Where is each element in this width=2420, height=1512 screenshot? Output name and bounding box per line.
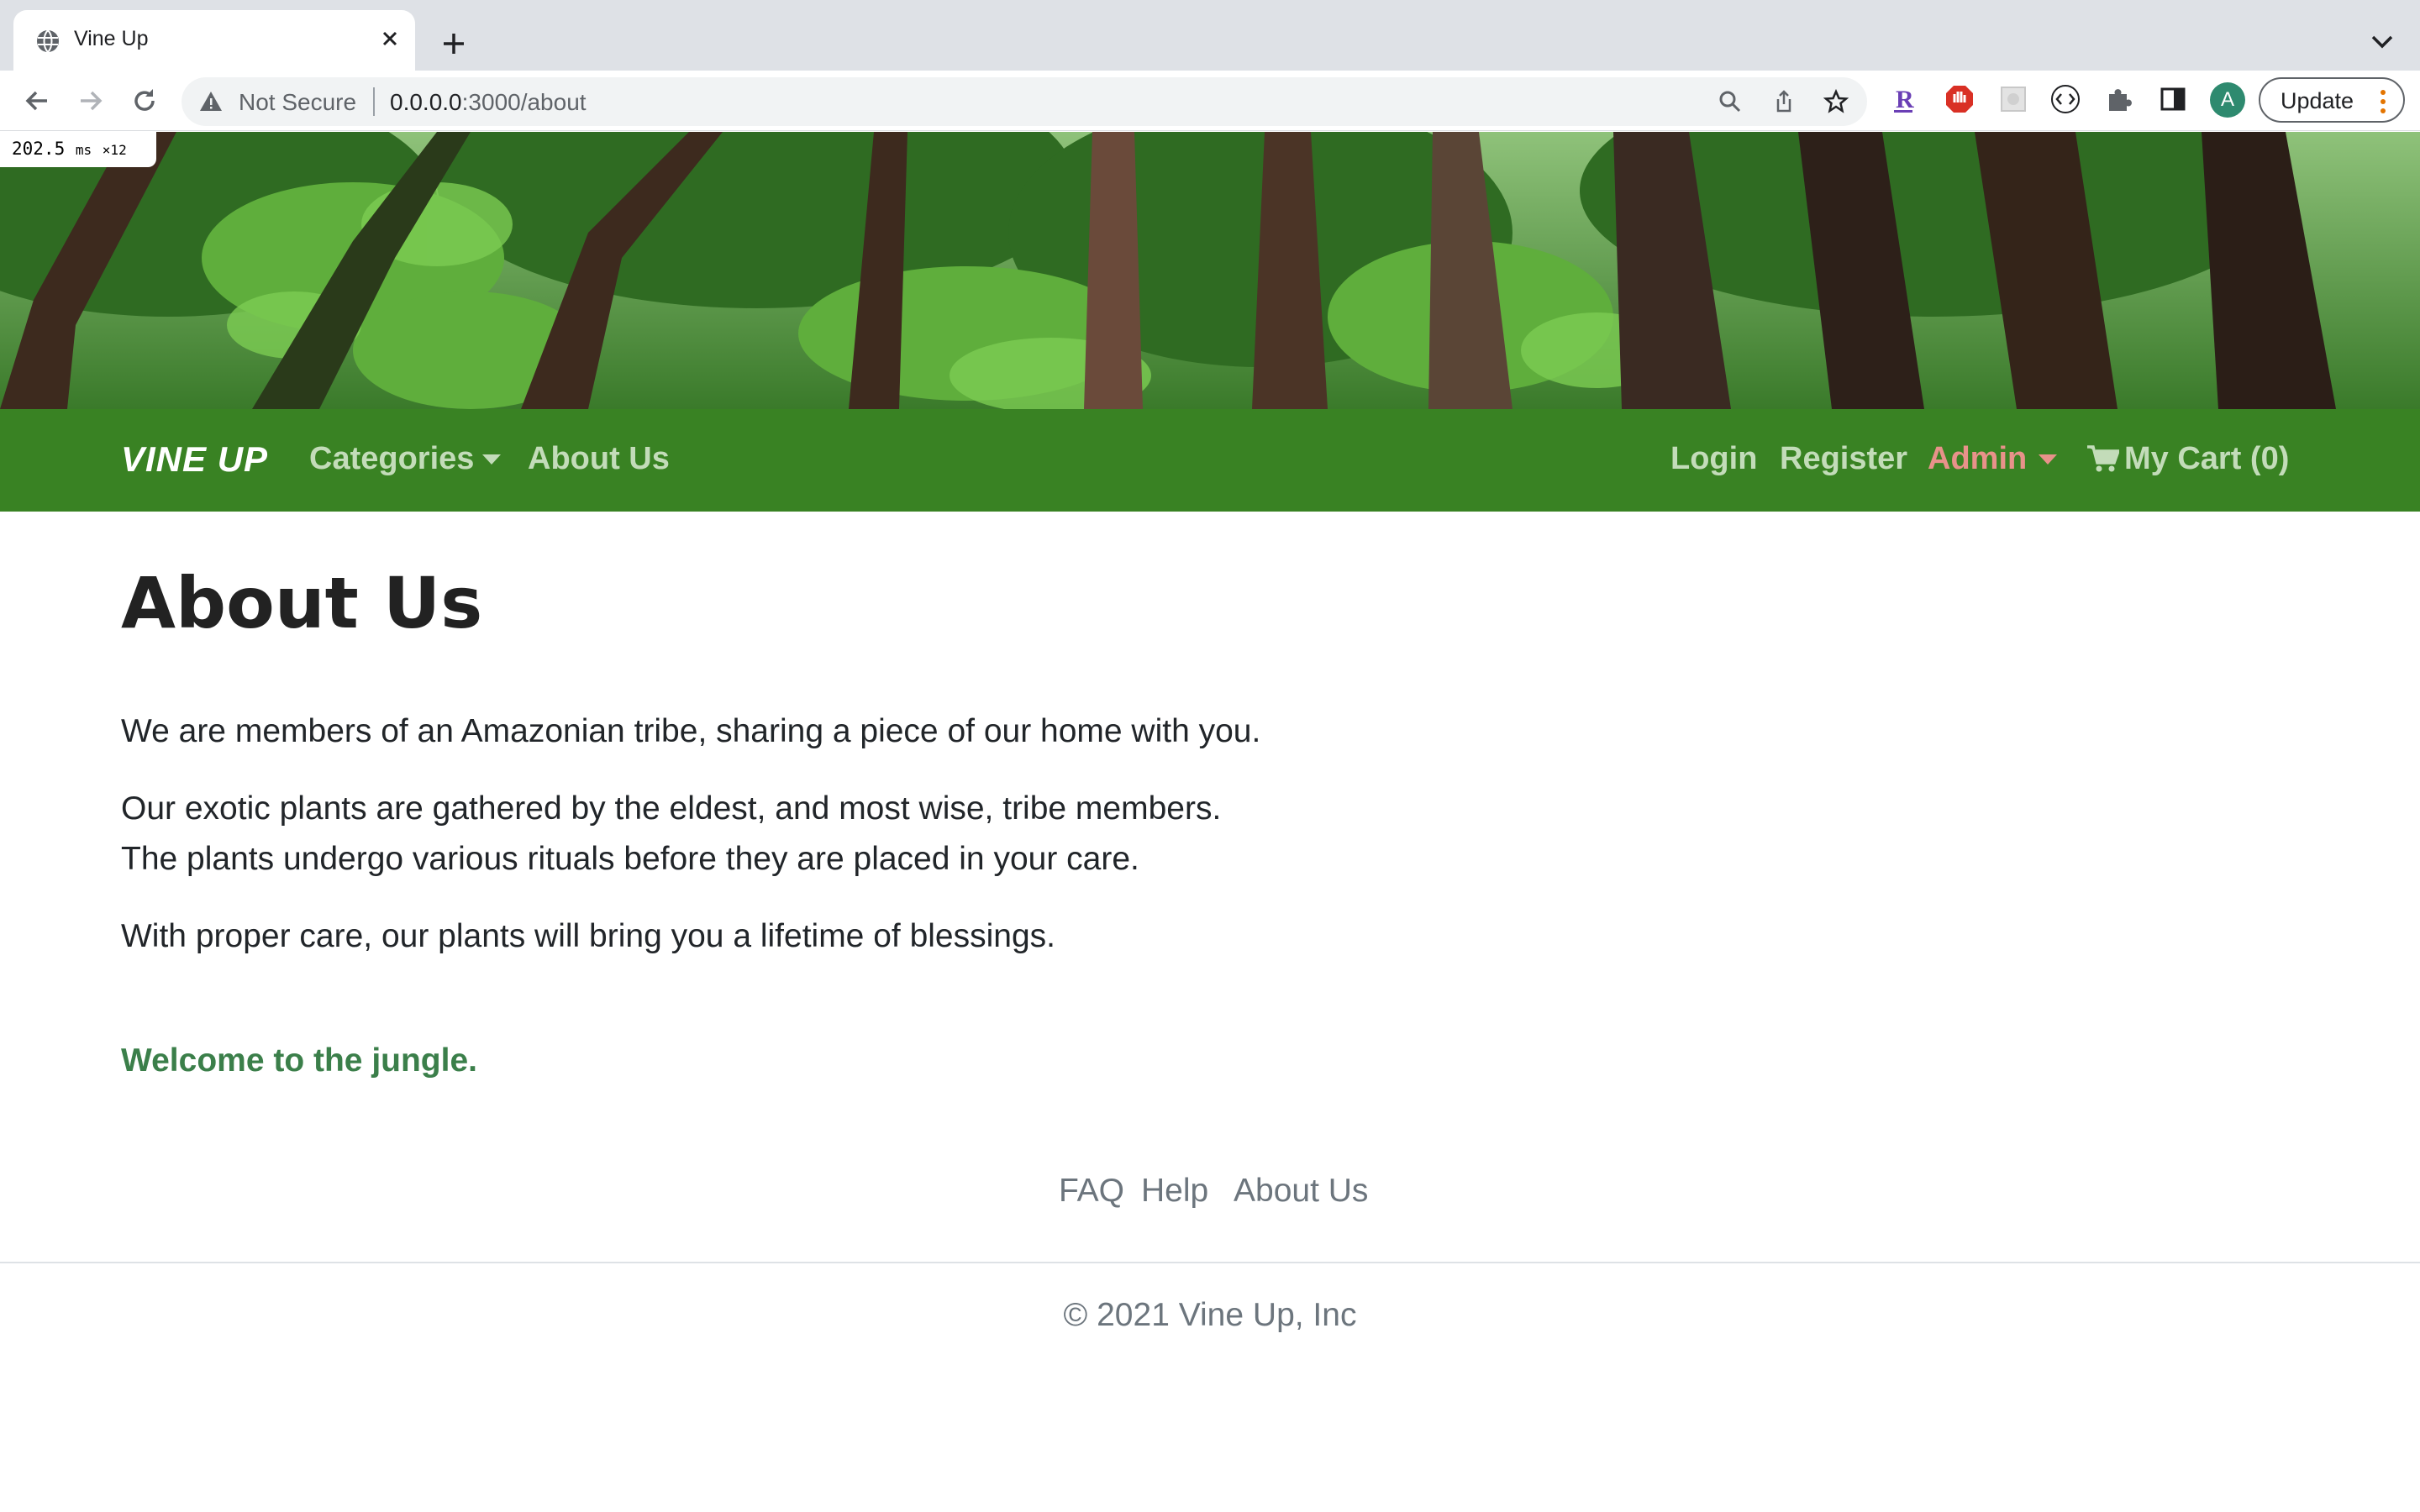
- side-panel-icon[interactable]: [2158, 84, 2188, 114]
- extension-r-icon[interactable]: R: [1889, 84, 1919, 114]
- address-bar[interactable]: Not Secure 0.0.0.0:3000/about: [182, 77, 1867, 126]
- globe-icon: [37, 29, 59, 53]
- nav-login[interactable]: Login: [1670, 441, 1757, 477]
- ad-block-icon[interactable]: [1944, 84, 1975, 114]
- about-paragraph-2-line-2: The plants undergo various rituals befor…: [121, 841, 1139, 877]
- about-paragraph-2-line-1: Our exotic plants are gathered by the el…: [121, 790, 1222, 827]
- chevron-down-icon[interactable]: [2368, 30, 2396, 54]
- reload-icon[interactable]: [128, 84, 161, 118]
- update-button[interactable]: Update: [2259, 77, 2405, 123]
- perf-overlay: 202.5 ms ×12: [0, 132, 156, 167]
- nav-register[interactable]: Register: [1780, 441, 1907, 477]
- admin-caret-icon[interactable]: [2039, 454, 2057, 465]
- browser-tab[interactable]: Vine Up: [13, 10, 415, 71]
- tab-title: Vine Up: [74, 27, 149, 50]
- about-paragraph-3: With proper care, our plants will bring …: [121, 918, 1055, 954]
- footer-divider: [0, 1262, 2420, 1263]
- close-icon[interactable]: [378, 27, 402, 50]
- zoom-search-icon[interactable]: [1718, 89, 1743, 114]
- bookmark-star-icon[interactable]: [1823, 89, 1849, 114]
- more-vert-icon[interactable]: [2380, 89, 2386, 114]
- puzzle-icon[interactable]: [2104, 84, 2134, 114]
- perf-unit: ms: [75, 142, 92, 158]
- browser-tabstrip: Vine Up: [0, 0, 2420, 71]
- profile-avatar[interactable]: A: [2210, 82, 2245, 118]
- categories-caret-icon[interactable]: [482, 454, 501, 465]
- perf-value: 202.5: [12, 139, 66, 159]
- shopping-cart-icon[interactable]: [2087, 444, 2119, 473]
- update-label: Update: [2281, 88, 2354, 113]
- nav-my-cart[interactable]: My Cart (0): [2124, 441, 2289, 477]
- footer-link-help[interactable]: Help: [1141, 1173, 1208, 1210]
- extension-grid-icon[interactable]: [1998, 84, 2028, 114]
- svg-text:R: R: [1896, 86, 1914, 113]
- address-separator: [373, 87, 375, 116]
- footer-link-faq[interactable]: FAQ: [1059, 1173, 1124, 1210]
- url-text: 0.0.0.0:3000/about: [390, 89, 587, 116]
- url-host: 0.0.0.0: [390, 89, 462, 115]
- nav-admin[interactable]: Admin: [1928, 441, 2027, 477]
- footer-copyright: © 2021 Vine Up, Inc: [1063, 1297, 1357, 1333]
- forward-icon[interactable]: [74, 84, 108, 118]
- forest-image: [0, 132, 2420, 409]
- new-tab-icon[interactable]: [437, 27, 471, 60]
- welcome-tagline: Welcome to the jungle.: [121, 1042, 477, 1079]
- footer-link-about-us[interactable]: About Us: [1234, 1173, 1368, 1210]
- about-paragraph-1: We are members of an Amazonian tribe, sh…: [121, 713, 1261, 749]
- site-navbar: VINE UP Categories About Us Login Regist…: [0, 409, 2420, 512]
- url-path: :3000/about: [461, 89, 587, 115]
- hero-forest-banner: [0, 132, 2420, 409]
- nav-categories[interactable]: Categories: [309, 441, 474, 477]
- nav-about-us[interactable]: About Us: [528, 441, 670, 477]
- back-icon[interactable]: [20, 84, 54, 118]
- share-icon[interactable]: [1771, 89, 1797, 114]
- browser-toolbar: Not Secure 0.0.0.0:3000/about R: [0, 71, 2420, 131]
- footer-links: FAQ Help About Us: [0, 1173, 2420, 1223]
- warning-icon: [200, 92, 222, 111]
- perf-count: ×12: [102, 142, 127, 158]
- extension-code-icon[interactable]: [2050, 84, 2081, 114]
- brand-logo[interactable]: VINE UP: [121, 439, 268, 480]
- security-label: Not Secure: [239, 89, 357, 115]
- page-title: About Us: [121, 562, 483, 644]
